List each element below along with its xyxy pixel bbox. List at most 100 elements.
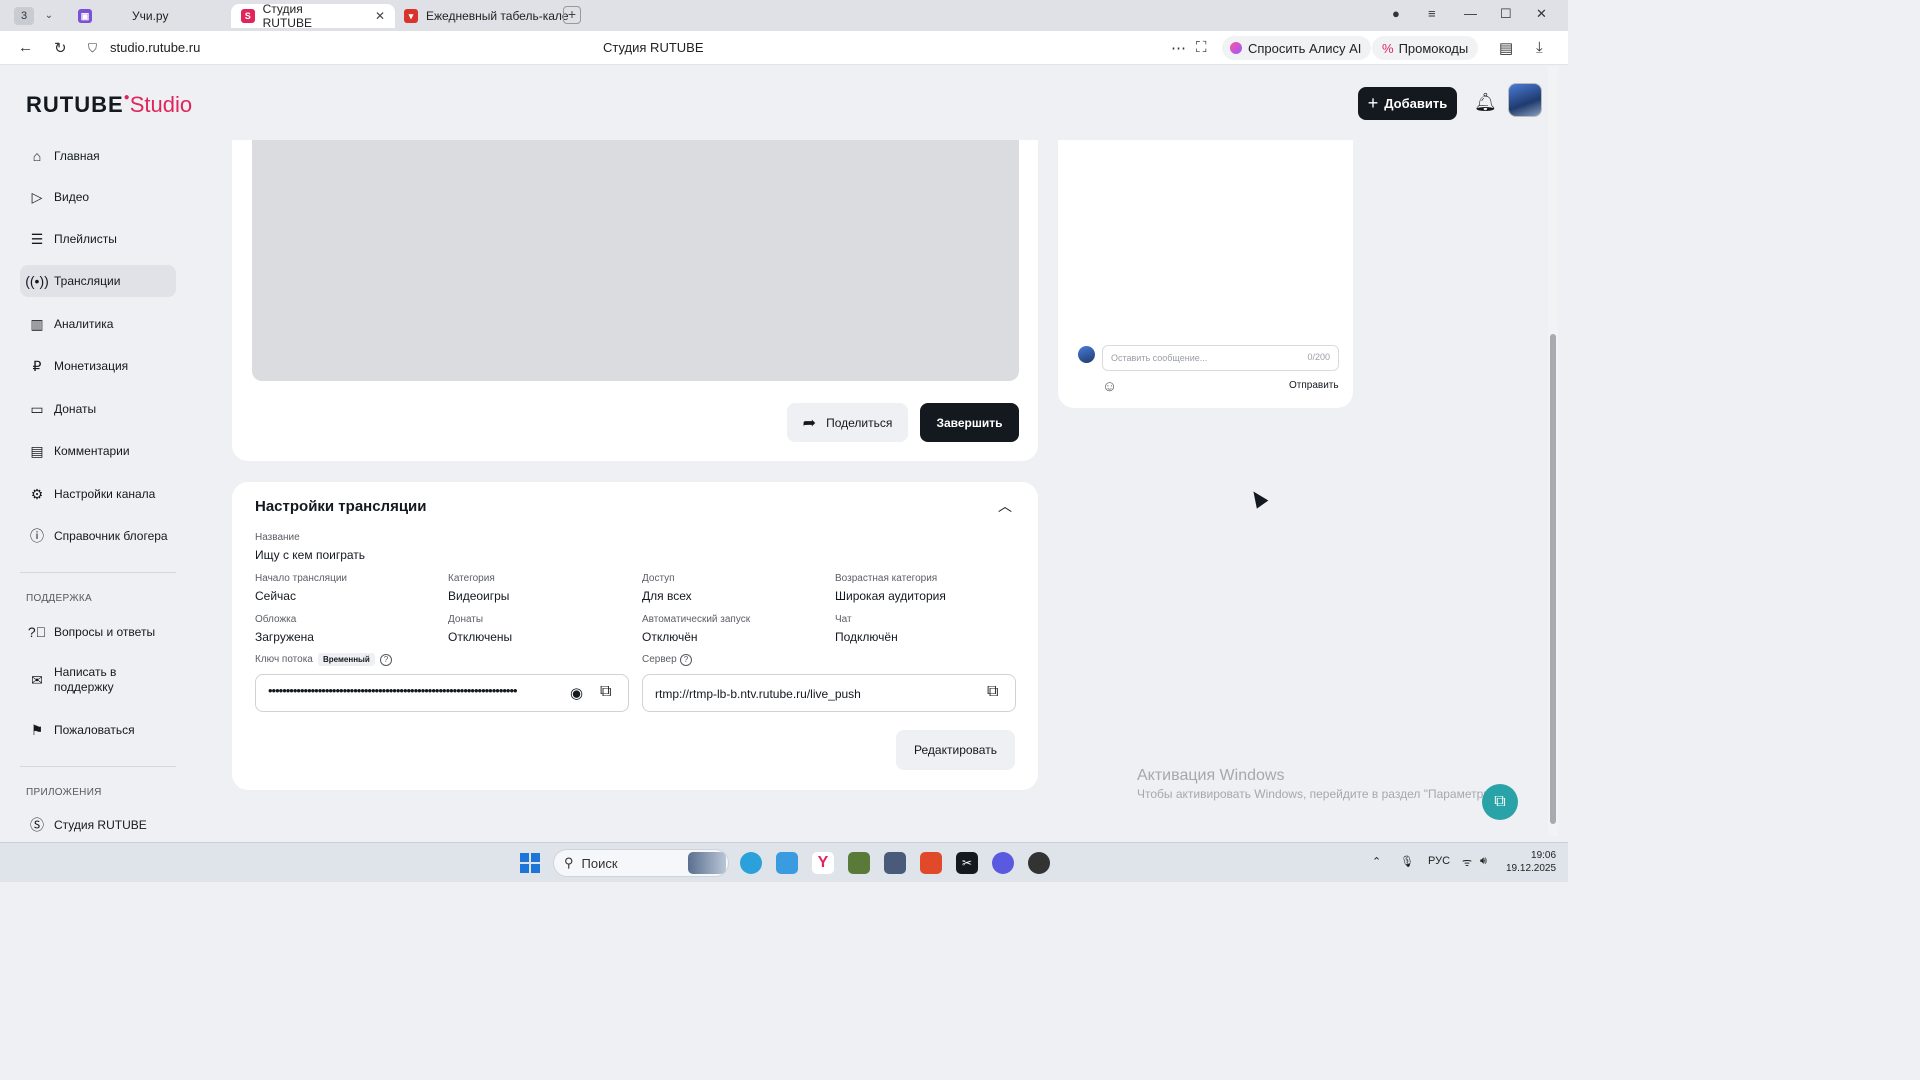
sidebar-item-home[interactable]: ⌂ Главная <box>20 140 176 172</box>
landscape-widget-icon[interactable] <box>688 852 726 874</box>
close-window-icon[interactable]: ✕ <box>1536 6 1547 22</box>
promo-button[interactable]: % Промокоды <box>1372 36 1479 60</box>
sidebar-item-label: Плейлисты <box>54 232 117 246</box>
avatar[interactable] <box>1508 83 1542 117</box>
scrollbar[interactable] <box>1548 66 1558 836</box>
sidebar-item-report[interactable]: ⚑ Пожаловаться <box>20 714 176 746</box>
alice-button[interactable]: Спросить Алису AI <box>1222 36 1372 60</box>
question-icon: ?⃝ <box>27 624 47 640</box>
download-icon[interactable]: ⤓ <box>1536 39 1543 56</box>
video-icon: ▷ <box>31 188 43 205</box>
menu-icon[interactable]: ≡ <box>1428 6 1436 21</box>
app-icon[interactable] <box>1028 852 1050 874</box>
tab-label: Студия RUTUBE <box>262 2 312 30</box>
new-tab-button[interactable]: + <box>563 6 581 24</box>
volume-icon[interactable]: 🔊︎ <box>1480 855 1487 868</box>
copy-icon[interactable]: ⧉ <box>987 683 998 701</box>
shield-icon[interactable]: ⛉ <box>88 41 97 56</box>
access-value: Для всех <box>642 589 692 603</box>
maximize-icon[interactable]: ☐ <box>1500 6 1512 22</box>
rutube-studio-logo[interactable]: RUTUBE●Studio <box>26 92 192 118</box>
share-button[interactable]: ➦ Поделиться <box>787 403 908 442</box>
tab-uchi[interactable]: ▣ Учи.ру <box>78 4 168 28</box>
server-field[interactable]: rtmp://rtmp-lb-b.ntv.rutube.ru/live_push… <box>642 674 1016 712</box>
home-icon: ⌂ <box>32 148 42 164</box>
video-player[interactable] <box>252 140 1019 381</box>
chevron-up-icon[interactable]: ︿ <box>998 496 1012 516</box>
game-icon[interactable] <box>884 852 906 874</box>
discord-icon[interactable] <box>992 852 1014 874</box>
tab-timesheet[interactable]: ▾ Ежедневный табель-кале <box>404 4 569 28</box>
url-field[interactable]: studio.rutube.ru <box>110 40 200 55</box>
finish-button[interactable]: Завершить <box>920 403 1019 442</box>
help-icon[interactable]: ? <box>680 654 692 666</box>
chat-placeholder: Оставить сообщение... <box>1111 353 1208 363</box>
help-icon[interactable]: ? <box>380 654 392 666</box>
minimize-icon[interactable]: — <box>1464 6 1477 21</box>
clock[interactable]: 19:06 19.12.2025 <box>1506 849 1556 875</box>
emoji-icon[interactable]: ☺ <box>1102 378 1117 395</box>
support-chat-button[interactable]: ⧉ <box>1482 784 1518 820</box>
reload-icon[interactable]: ↻ <box>54 39 67 57</box>
cover-label: Обложка <box>255 614 297 625</box>
sidebar-item-video[interactable]: ▷ Видео <box>20 181 176 213</box>
profile-icon[interactable]: ● <box>1392 6 1400 21</box>
stream-key-field[interactable]: ••••••••••••••••••••••••••••••••••••••••… <box>255 674 629 712</box>
microphone-icon[interactable]: 🎙︎ <box>1400 855 1414 868</box>
stream-settings-card: Настройки трансляции ︿ Название Ищу с ке… <box>232 482 1038 790</box>
edit-button[interactable]: Редактировать <box>896 730 1015 770</box>
chat-message-input[interactable]: Оставить сообщение... 0/200 <box>1102 345 1339 371</box>
tab-counter[interactable]: 3 <box>14 6 34 25</box>
sidebar-item-playlists[interactable]: ☰ Плейлисты <box>20 223 176 255</box>
windows-start-icon[interactable] <box>520 853 540 873</box>
sidebar-item-label: Аналитика <box>54 317 114 331</box>
bookmark-icon[interactable]: ⛶ <box>1196 39 1207 56</box>
send-button[interactable]: Отправить <box>1289 380 1339 391</box>
more-icon[interactable]: ⋯ <box>1171 39 1186 57</box>
page-title: Студия RUTUBE <box>603 40 704 55</box>
sidebar-item-contact-support[interactable]: ✉ Написать в поддержку <box>20 660 176 700</box>
telegram-icon[interactable] <box>740 852 762 874</box>
sidebar-item-faq[interactable]: ?⃝ Вопросы и ответы <box>20 616 176 648</box>
promo-label: Промокоды <box>1398 40 1469 56</box>
playlist-icon: ☰ <box>30 230 44 247</box>
brave-icon[interactable] <box>920 852 942 874</box>
sidebar-item-blogger-guide[interactable]: ⓘ Справочник блогера <box>20 520 176 552</box>
chat-label: Чат <box>835 614 852 625</box>
sidebar-item-analytics[interactable]: ▥ Аналитика <box>20 308 176 340</box>
scrollbar-thumb[interactable] <box>1550 334 1556 824</box>
eye-icon[interactable]: ◉ <box>570 684 583 702</box>
capcut-icon[interactable]: ✂ <box>956 852 978 874</box>
sidebar-item-studio-app[interactable]: Ⓢ Студия RUTUBE <box>20 809 176 841</box>
close-icon[interactable]: ✕ <box>375 9 385 23</box>
chevron-down-icon[interactable]: ⌄ <box>42 10 56 21</box>
sidebar: ⌂ Главная ▷ Видео ☰ Плейлисты ((•)) Тран… <box>6 140 196 836</box>
stream-key-value: ••••••••••••••••••••••••••••••••••••••••… <box>268 683 518 698</box>
collections-icon[interactable]: ▤ <box>1499 39 1513 57</box>
sidebar-item-broadcasts[interactable]: ((•)) Трансляции <box>20 265 176 297</box>
add-button[interactable]: + Добавить <box>1358 87 1457 120</box>
wifi-icon[interactable]: ᯤ <box>1462 855 1472 870</box>
sidebar-item-monetization[interactable]: ₽ Монетизация <box>20 350 176 382</box>
yandex-browser-icon[interactable]: Y <box>812 852 834 874</box>
sidebar-item-label: Трансляции <box>54 274 121 288</box>
clock-time: 19:06 <box>1531 850 1557 861</box>
minecraft-icon[interactable] <box>848 852 870 874</box>
sidebar-item-comments[interactable]: ▤ Комментарии <box>20 435 176 467</box>
language-indicator[interactable]: РУС <box>1428 855 1450 867</box>
sidebar-item-channel-settings[interactable]: ⚙ Настройки канала <box>20 478 176 510</box>
age-value: Широкая аудитория <box>835 589 946 603</box>
sidebar-item-donations[interactable]: ▭ Донаты <box>20 393 176 425</box>
windows-activation-title: Активация Windows <box>1137 767 1285 784</box>
store-icon[interactable] <box>776 852 798 874</box>
autostart-value: Отключён <box>642 630 698 644</box>
tab-rutube-studio[interactable]: S Студия RUTUBE ✕ <box>231 2 395 30</box>
back-icon[interactable]: ← <box>18 39 33 56</box>
chevron-up-icon[interactable]: ⌃ <box>1372 855 1381 868</box>
info-icon: ⓘ <box>30 528 44 544</box>
bell-icon[interactable]: 🔔︎ <box>1474 92 1497 113</box>
alice-icon <box>1230 42 1242 54</box>
search-label: Поиск <box>581 855 618 871</box>
tab-label: Учи.ру <box>132 9 169 23</box>
copy-icon[interactable]: ⧉ <box>600 683 611 701</box>
